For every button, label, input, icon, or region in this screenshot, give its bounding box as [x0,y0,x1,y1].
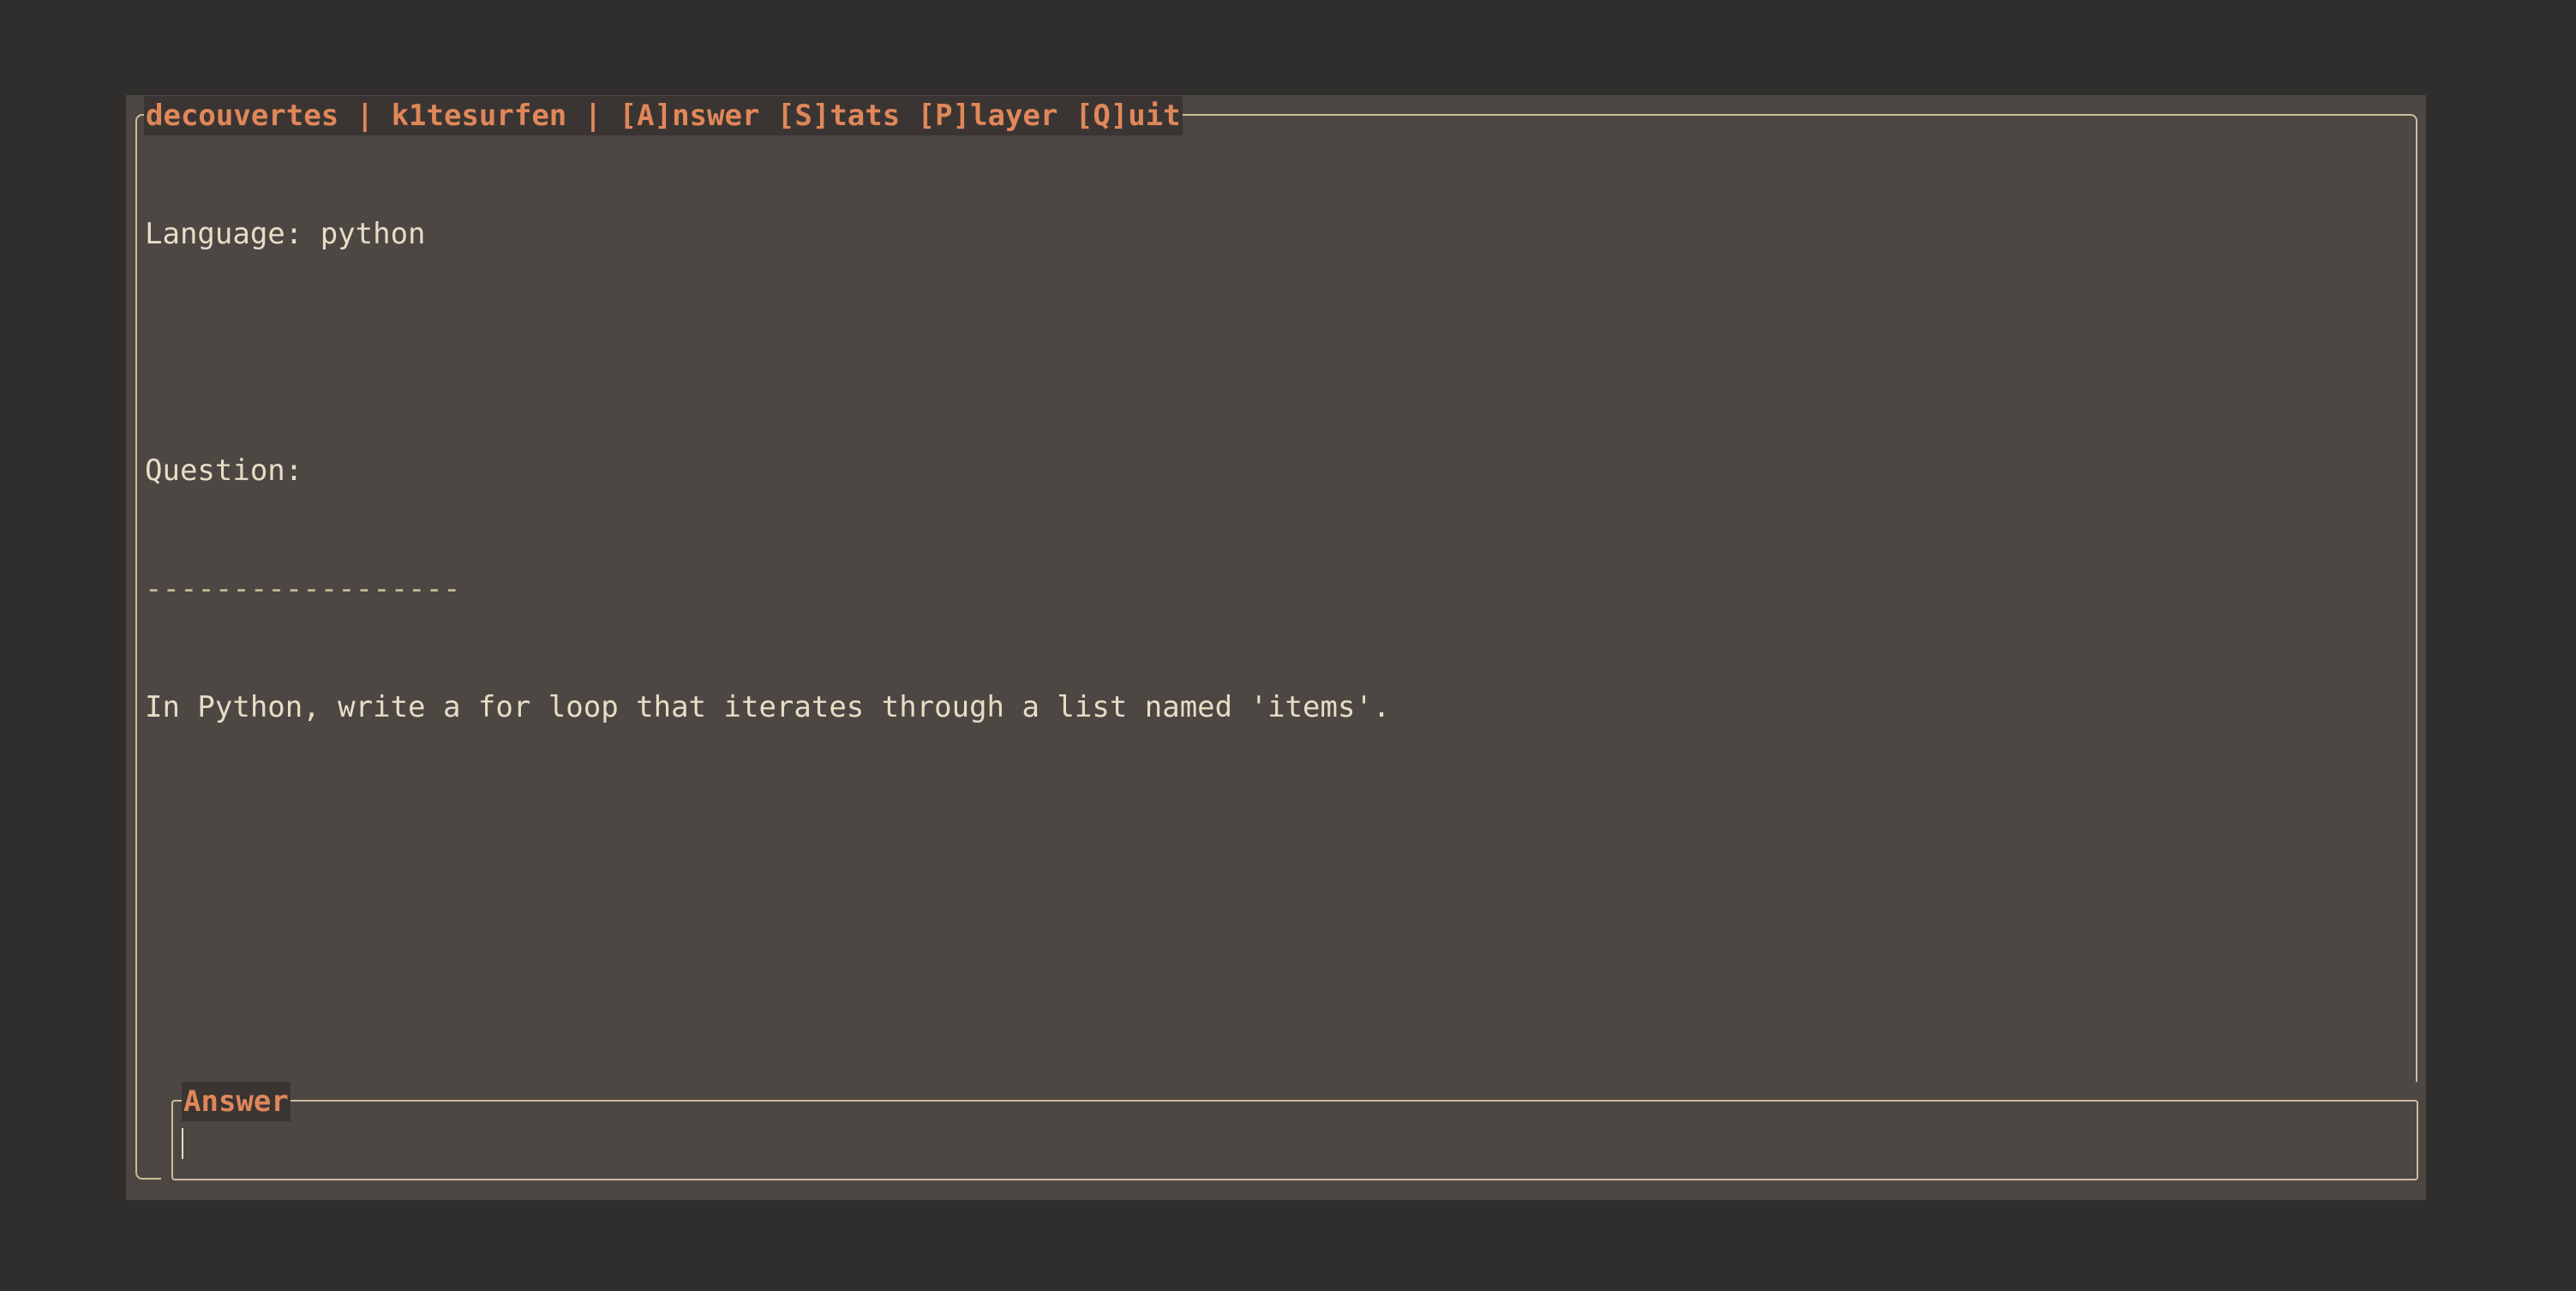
question-label: Question: [145,453,303,488]
text-cursor [182,1128,183,1159]
language-line: Language: python [145,217,426,251]
question-divider: ------------------ [145,572,461,606]
answer-input[interactable] [182,1123,2410,1166]
header-title-bar: decouvertes | k1tesurfen | [A]nswer [S]t… [144,96,1183,135]
answer-box-title: Answer [182,1082,291,1121]
question-panel-content: Language: python Question: -------------… [145,135,1390,766]
question-text: In Python, write a for loop that iterate… [145,690,1391,724]
